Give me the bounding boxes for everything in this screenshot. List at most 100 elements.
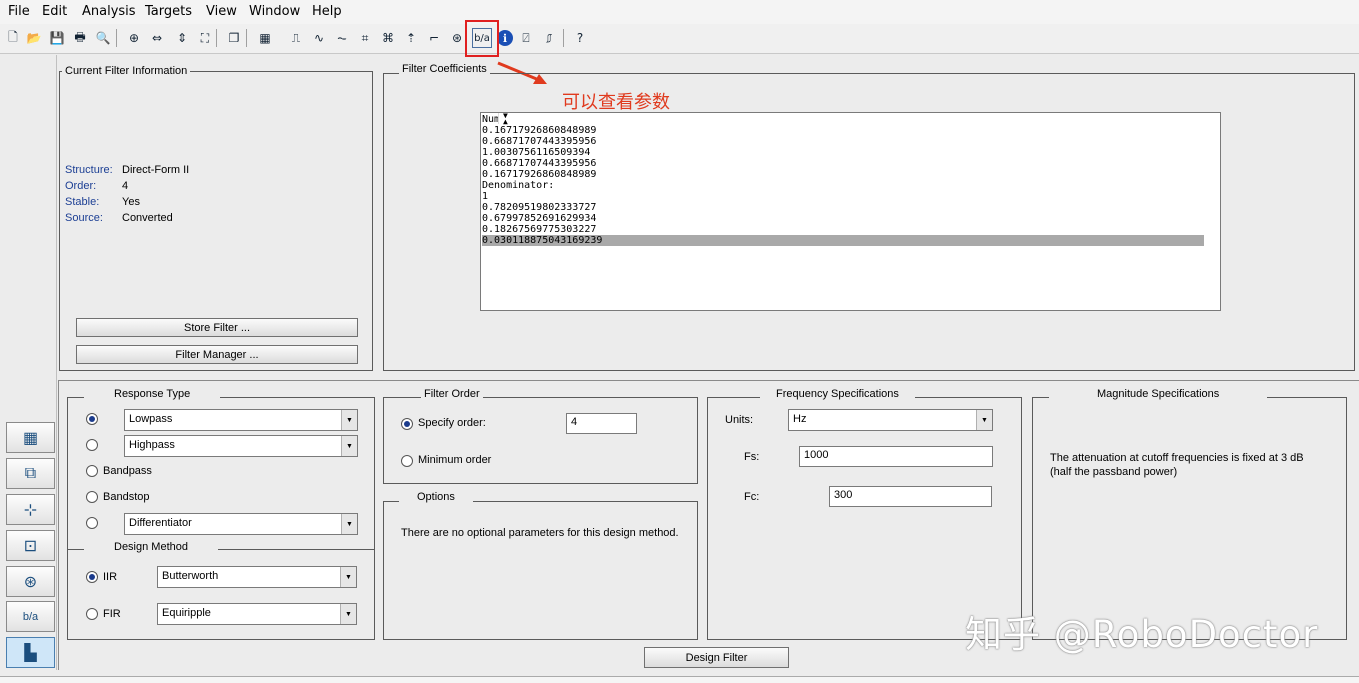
highpass-radio[interactable] xyxy=(86,439,98,451)
units-label: Units: xyxy=(725,414,754,426)
coefficient-line[interactable]: 0.78209519802333727 xyxy=(482,202,1204,213)
magnitude-specs-title: Magnitude Specifications xyxy=(1049,388,1268,400)
coefficient-line[interactable]: 1 xyxy=(482,191,1204,202)
coefficient-line[interactable]: 1.0030756116509394 xyxy=(482,147,1204,158)
iir-radio[interactable] xyxy=(86,571,98,583)
options-title: Options xyxy=(399,491,473,503)
coefficient-line[interactable]: 0.16717926860848989 xyxy=(482,125,1204,136)
fir-radio[interactable] xyxy=(86,608,98,620)
menu-view[interactable]: View xyxy=(206,4,237,19)
chevron-down-icon: ▼ xyxy=(976,410,992,430)
coefficient-line[interactable]: 0.16717926860848989 xyxy=(482,169,1204,180)
pole-zero-editor-icon[interactable]: ⊡ xyxy=(6,530,55,561)
coefficient-line[interactable]: Denominator: xyxy=(482,180,1204,191)
source-label: Source: xyxy=(65,212,103,224)
group-delay-icon[interactable]: ⌗ xyxy=(355,28,375,48)
filter-coefficients-title: Filter Coefficients xyxy=(399,63,490,75)
structure-label: Structure: xyxy=(65,164,113,176)
coefficient-line[interactable]: 0.18267569775303227 xyxy=(482,224,1204,235)
design-panel-divider xyxy=(58,380,1359,381)
round-off-noise-icon[interactable]: ⎎ xyxy=(539,28,559,48)
magnitude-response-icon[interactable]: ⎍ xyxy=(286,28,306,48)
full-view-icon[interactable]: ⛶ xyxy=(195,28,215,48)
iir-label: IIR xyxy=(103,571,118,583)
new-figure-icon[interactable]: ❐ xyxy=(224,28,244,48)
filter-order-title: Filter Order xyxy=(421,388,483,400)
toolbar-separator xyxy=(216,29,217,47)
magnitude-estimate-icon[interactable]: ⍁ xyxy=(516,28,536,48)
menu-file[interactable]: File xyxy=(8,4,30,19)
filter-order-panel xyxy=(383,397,698,484)
print-icon[interactable]: 🖶 xyxy=(70,28,90,48)
lowpass-dropdown[interactable]: Lowpass ▼ xyxy=(124,409,358,431)
chevron-down-icon: ▼ xyxy=(340,567,356,587)
menu-window[interactable]: Window xyxy=(249,4,300,19)
step-response-icon[interactable]: ⌐ xyxy=(424,28,444,48)
design-parameters-icon[interactable]: ▙ xyxy=(6,637,55,668)
response-type-title: Response Type xyxy=(84,388,221,400)
magnitude-text-line1: The attenuation at cutoff frequencies is… xyxy=(1050,452,1304,464)
menu-edit[interactable]: Edit xyxy=(42,4,67,19)
coefficients-listbox[interactable]: Numerator:0.167179268608489890.668717074… xyxy=(480,112,1221,311)
order-input[interactable]: 4 xyxy=(566,413,637,434)
import-filter-icon[interactable]: b/a xyxy=(6,601,55,632)
fs-input[interactable]: 1000 xyxy=(799,446,993,467)
coefficients-scrollbar[interactable]: ▲ ▼ xyxy=(498,113,1220,126)
open-icon[interactable]: 📂 xyxy=(24,28,44,48)
specify-order-label: Specify order: xyxy=(418,417,486,429)
zoom-y-icon[interactable]: ⇕ xyxy=(172,28,192,48)
fir-method-dropdown[interactable]: Equiripple ▼ xyxy=(157,603,357,625)
stable-label: Stable: xyxy=(65,196,100,208)
design-filter-mode-icon[interactable]: ▦ xyxy=(6,422,55,453)
highpass-dropdown[interactable]: Highpass ▼ xyxy=(124,435,358,457)
quantize-filter-icon[interactable]: ⊛ xyxy=(6,566,55,597)
toolbar-separator xyxy=(116,29,117,47)
coefficient-line[interactable]: 0.66871707443395956 xyxy=(482,136,1204,147)
coefficient-line[interactable]: 0.030118875043169239 xyxy=(482,235,1204,246)
source-value: Converted xyxy=(122,212,173,224)
pole-zero-icon[interactable]: ⊛ xyxy=(447,28,467,48)
status-bar xyxy=(0,676,1359,683)
fir-label: FIR xyxy=(103,608,121,620)
filter-coefficients-highlight xyxy=(465,20,499,57)
menu-help[interactable]: Help xyxy=(312,4,342,19)
create-multirate-icon[interactable]: ⊹ xyxy=(6,494,55,525)
coefficient-line[interactable]: 0.67997852691629934 xyxy=(482,213,1204,224)
toolbar: 🗋 📂 💾 🖶 🔍 ⊕ ⇔ ⇕ ⛶ ❐ ▦ ⎍ ∿ ⏦ ⌗ ⌘ ⇡ ⌐ ⊛ b/a ℹ ⍁ ⎎? xyxy=(0,24,1359,54)
filter-manager-button[interactable]: Filter Manager ... xyxy=(76,345,358,364)
design-filter-button[interactable]: Design Filter xyxy=(644,647,789,668)
save-icon[interactable]: 💾 xyxy=(47,28,67,48)
chevron-down-icon: ▼ xyxy=(341,436,357,456)
menu-analysis[interactable]: Analysis xyxy=(82,4,136,19)
chevron-down-icon: ▼ xyxy=(341,410,357,430)
impulse-response-icon[interactable]: ⇡ xyxy=(401,28,421,48)
print-preview-icon[interactable]: 🔍 xyxy=(93,28,113,48)
differentiator-dropdown[interactable]: Differentiator ▼ xyxy=(124,513,358,535)
zoom-x-icon[interactable]: ⇔ xyxy=(147,28,167,48)
store-filter-button[interactable]: Store Filter ... xyxy=(76,318,358,337)
zoom-in-icon[interactable]: ⊕ xyxy=(124,28,144,48)
lowpass-radio[interactable] xyxy=(86,413,98,425)
differentiator-radio[interactable] xyxy=(86,517,98,529)
fc-input[interactable]: 300 xyxy=(829,486,992,507)
new-icon[interactable]: 🗋 xyxy=(3,28,23,48)
iir-method-dropdown[interactable]: Butterworth ▼ xyxy=(157,566,357,588)
filter-designer-icon[interactable]: ▦ xyxy=(255,28,275,48)
bandstop-radio[interactable] xyxy=(86,491,98,503)
filter-info-icon[interactable]: ℹ xyxy=(497,30,513,46)
phase-delay-icon[interactable]: ⌘ xyxy=(378,28,398,48)
order-value: 4 xyxy=(122,180,129,192)
coefficient-line[interactable]: 0.66871707443395956 xyxy=(482,158,1204,169)
phase-response-icon[interactable]: ∿ xyxy=(309,28,329,48)
magnitude-phase-icon[interactable]: ⏦ xyxy=(332,28,352,48)
transform-filter-icon[interactable]: ⧉ xyxy=(6,458,55,489)
watermark: 知乎 @RoboDoctor xyxy=(965,613,1319,656)
units-dropdown[interactable]: Hz ▼ xyxy=(788,409,993,431)
specify-order-radio[interactable] xyxy=(401,418,413,430)
scroll-down-icon[interactable]: ▼ xyxy=(503,113,508,121)
minimum-order-radio[interactable] xyxy=(401,455,413,467)
minimum-order-label: Minimum order xyxy=(418,454,492,466)
menu-targets[interactable]: Targets xyxy=(145,4,192,19)
whats-this-icon[interactable]: ? xyxy=(570,28,590,48)
bandpass-radio[interactable] xyxy=(86,465,98,477)
